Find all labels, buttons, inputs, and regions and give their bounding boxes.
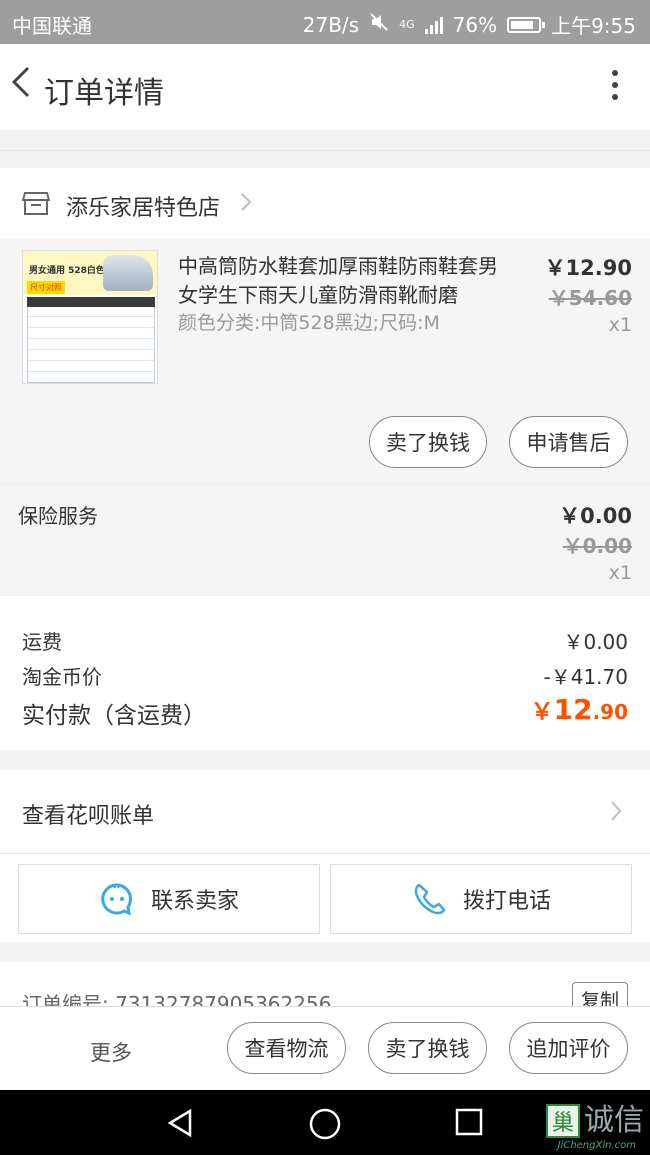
back-arrow-icon[interactable]	[6, 62, 36, 102]
shipping-row: 运费 ￥0.00	[22, 626, 628, 655]
nav-home-icon[interactable]	[308, 1107, 342, 1141]
shipping-value: ￥0.00	[563, 630, 628, 654]
insurance-price: ￥0.00	[559, 504, 632, 528]
page-title: 订单详情	[44, 76, 164, 111]
call-phone-button[interactable]: 拨打电话	[330, 864, 632, 934]
net-speed: 27B/s	[302, 12, 360, 37]
phone-icon	[414, 883, 446, 915]
shoe-image	[103, 255, 153, 291]
sell-trade-button[interactable]: 卖了换钱	[369, 416, 487, 468]
insurance-original-price: ￥0.00	[562, 534, 632, 558]
watermark-box: 巢	[546, 1104, 580, 1138]
view-logistics-button[interactable]: 查看物流	[227, 1022, 346, 1074]
app-header: 订单详情	[0, 44, 650, 130]
contact-seller-button[interactable]: 联系卖家	[18, 864, 320, 934]
add-review-button[interactable]: 追加评价	[509, 1022, 628, 1074]
chevron-right-icon	[611, 801, 622, 821]
coin-row: 淘金币价 -￥41.70	[22, 661, 628, 690]
shop-name: 添乐家居特色店	[66, 196, 221, 221]
size-table-image	[27, 297, 155, 383]
order-number: 订单编号: 73132787905362256	[22, 992, 332, 1006]
total-currency: ￥	[530, 699, 554, 725]
huabei-bill-row[interactable]: 查看花呗账单	[0, 770, 650, 854]
product-original-price: ￥54.60	[548, 286, 632, 310]
nav-recents-icon[interactable]	[454, 1107, 484, 1137]
signal-icon	[424, 16, 443, 34]
clock: 上午9:55	[551, 14, 636, 38]
product-quantity: x1	[608, 314, 632, 336]
nav-back-icon[interactable]	[164, 1107, 196, 1139]
copy-button[interactable]: 复制	[572, 982, 628, 1006]
status-bar: 中国联通 27B/s 4G 76% 上午9:55	[0, 0, 650, 44]
coin-label: 淘金币价	[22, 665, 102, 689]
watermark-text: 诚信	[584, 1103, 644, 1138]
product-title: 中高筒防水鞋套加厚雨鞋防雨鞋套男女学生下雨天儿童防滑雨靴耐磨	[178, 254, 498, 307]
more-options-icon[interactable]	[610, 70, 620, 104]
product-sku: 颜色分类:中筒528黑边;尺码:M	[178, 312, 440, 334]
contact-seller-label: 联系卖家	[150, 889, 239, 914]
total-integer: 12	[553, 693, 593, 726]
carrier-name: 中国联通	[12, 14, 92, 38]
battery-icon	[507, 16, 546, 33]
more-actions-link[interactable]: 更多	[90, 1037, 132, 1067]
thumb-tag: 尺寸对照	[27, 281, 65, 294]
shipping-label: 运费	[22, 630, 62, 654]
mute-icon	[369, 12, 389, 37]
insurance-quantity: x1	[608, 562, 632, 584]
after-sale-button[interactable]: 申请售后	[509, 416, 628, 468]
call-phone-label: 拨打电话	[462, 889, 551, 914]
insurance-row: 保险服务 ￥0.00 ￥0.00 x1	[0, 486, 650, 594]
battery-percent: 76%	[452, 12, 498, 37]
product-price: ￥12.90	[544, 256, 632, 280]
payment-summary: 运费 ￥0.00 淘金币价 -￥41.70 实付款（含运费） ￥12.90	[0, 596, 650, 750]
chevron-right-icon	[241, 193, 252, 211]
network-type: 4G	[399, 18, 415, 31]
chat-bubble-icon	[101, 883, 132, 916]
order-info: 订单编号: 73132787905362256 复制	[0, 962, 650, 1006]
total-label: 实付款（含运费）	[22, 703, 206, 729]
watermark-sub: JiChengXin.com	[557, 1140, 636, 1151]
shop-icon	[22, 192, 50, 215]
divider	[0, 150, 650, 151]
product-thumbnail[interactable]: 男女通用 528白色黑边款 尺寸对照	[22, 250, 158, 384]
coin-value: -￥41.70	[543, 665, 628, 689]
contact-bar: 联系卖家 拨打电话	[0, 854, 650, 942]
total-row: 实付款（含运费） ￥12.90	[22, 693, 628, 730]
huabei-label: 查看花呗账单	[22, 804, 155, 829]
shop-row[interactable]: 添乐家居特色店	[0, 168, 650, 238]
sell-trade-bottom-button[interactable]: 卖了换钱	[368, 1022, 487, 1074]
insurance-label: 保险服务	[18, 504, 98, 528]
total-decimal: .90	[592, 700, 628, 724]
watermark-logo: 巢 诚信 JiChengXin.com	[546, 1103, 644, 1151]
total-value: ￥12.90	[531, 692, 628, 726]
